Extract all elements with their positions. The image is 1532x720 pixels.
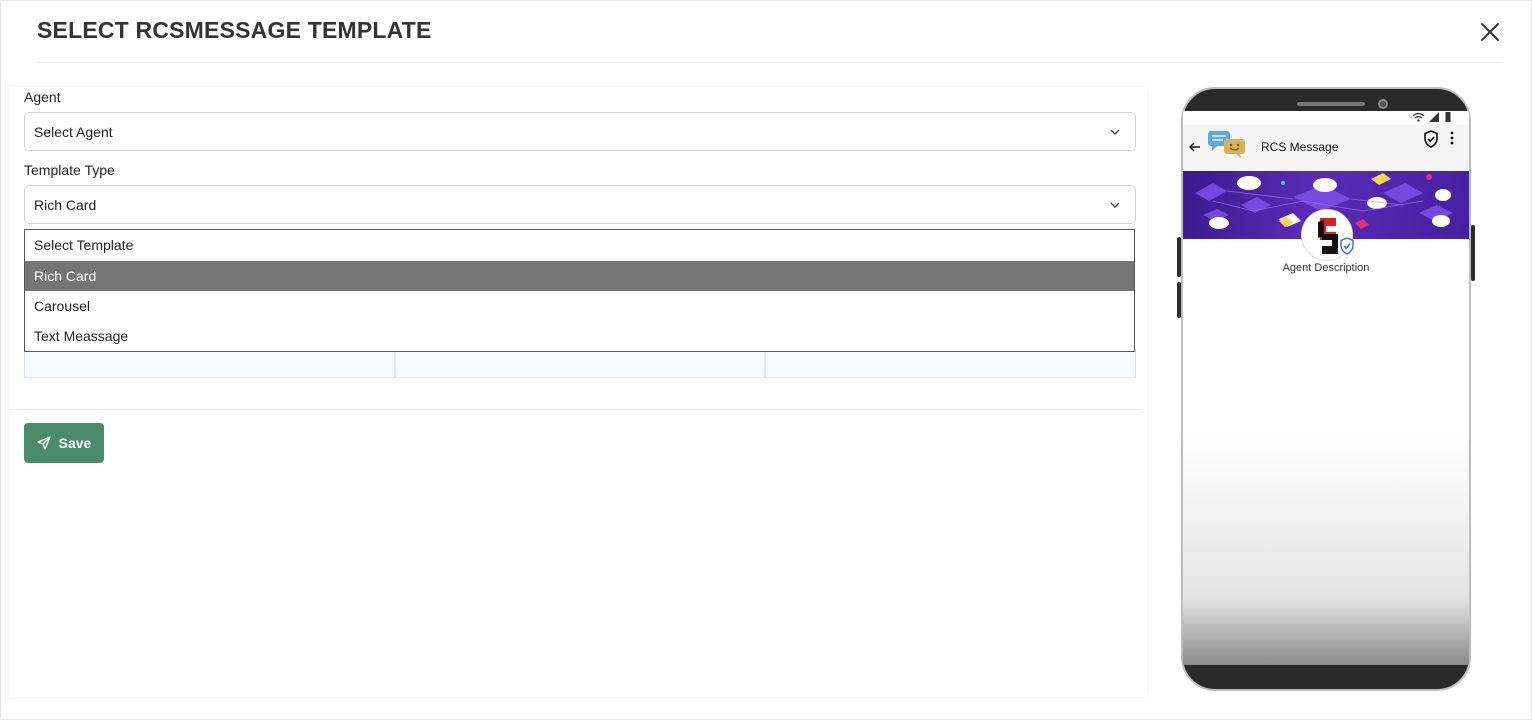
phone-camera: [1378, 99, 1388, 109]
more-vertical-icon[interactable]: [1449, 131, 1455, 145]
option-cell[interactable]: [24, 349, 395, 378]
form-panel: [9, 87, 1147, 697]
shield-check-icon[interactable]: [1423, 130, 1439, 148]
template-type-select[interactable]: Rich Card: [24, 185, 1136, 224]
chevron-down-icon: [1110, 202, 1120, 208]
footer-divider: [9, 409, 1142, 410]
agent-select-value: Select Agent: [34, 124, 113, 140]
chevron-down-icon: [1110, 129, 1120, 135]
dropdown-option-carousel[interactable]: Carousel: [25, 291, 1134, 321]
status-bar: [1183, 111, 1469, 125]
dropdown-option-rich-card[interactable]: Rich Card: [25, 261, 1134, 291]
chat-bubbles-icon: [1208, 131, 1245, 158]
save-button-label: Save: [58, 435, 92, 451]
modal-title: SELECT RCSMESSAGE TEMPLATE: [37, 17, 432, 43]
option-cell[interactable]: [394, 349, 766, 378]
dropdown-option-select-template[interactable]: Select Template: [25, 230, 1134, 261]
option-cell[interactable]: [765, 349, 1137, 378]
phone-speaker: [1297, 102, 1365, 106]
template-type-select-value: Rich Card: [34, 197, 97, 213]
phone-side-button: [1471, 225, 1475, 281]
agent-select[interactable]: Select Agent: [24, 112, 1136, 151]
close-icon[interactable]: [1477, 19, 1503, 45]
battery-icon: [1445, 112, 1451, 122]
save-button[interactable]: Save: [24, 423, 104, 463]
agent-label: Agent: [24, 89, 61, 105]
send-icon: [36, 436, 51, 450]
option-cells: [24, 349, 1137, 378]
agent-description: Agent Description: [1282, 262, 1370, 274]
verified-badge-icon: [1340, 237, 1354, 255]
app-title: RCS Message: [1261, 140, 1339, 154]
app-bar: RCS Message: [1183, 125, 1469, 171]
dropdown-option-text-message[interactable]: Text Meassage: [25, 321, 1134, 351]
back-arrow-icon[interactable]: [1189, 141, 1201, 153]
signal-icon: [1429, 112, 1439, 122]
template-type-label: Template Type: [24, 162, 115, 178]
header-divider: [37, 62, 1501, 63]
wifi-icon: [1412, 112, 1425, 122]
template-modal: SELECT RCSMESSAGE TEMPLATE Agent Select …: [0, 0, 1532, 720]
phone-screen: RCS Message Agent Description: [1183, 111, 1469, 665]
phone-preview: RCS Message Agent Description: [1177, 87, 1475, 693]
template-type-dropdown: Select Template Rich Card Carousel Text …: [24, 229, 1135, 352]
